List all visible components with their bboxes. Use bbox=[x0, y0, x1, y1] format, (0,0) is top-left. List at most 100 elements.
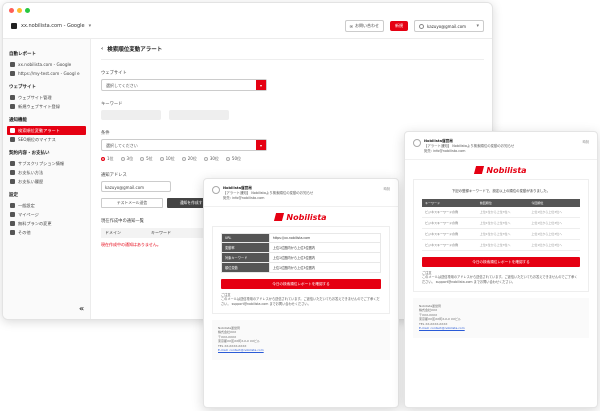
table-row: ビジネスキーワードの例 上位1位から上位3位へ 上位1位から上位3位へ bbox=[422, 206, 580, 218]
table-row: URL https://xx.nobilista.com bbox=[221, 232, 382, 243]
site-selector[interactable]: xx.nobilista.com - Google ▾ bbox=[11, 23, 91, 29]
email-body: URL https://xx.nobilista.com 変動率 上位1位圏内から上位… bbox=[212, 225, 390, 314]
report-cta-button[interactable]: 今日の検索順位レポートを確認する bbox=[422, 256, 580, 267]
website-select[interactable]: 選択してください ▾ bbox=[101, 79, 267, 91]
footer-email-link[interactable]: E-mail: contact@nobilista.com bbox=[419, 326, 583, 331]
table-row: ビジネスキーワードの例 上位1位から上位3位へ 上位1位から上位3位へ bbox=[422, 228, 580, 240]
email-preview-ranking: Nobilista運営局 【アラート通知】 Nobilistaより検索順位の変動… bbox=[404, 131, 598, 408]
minimize-window-icon[interactable] bbox=[17, 8, 22, 13]
table-header-row: キーワード 前回順位 今回順位 bbox=[422, 198, 580, 207]
keyword-cell: ビジネスキーワードの例 bbox=[422, 228, 477, 240]
table-row: ビジネスキーワードの例 上位1位から上位3位へ 上位1位から上位3位へ bbox=[422, 239, 580, 251]
row-key: 対象キーワード bbox=[221, 251, 270, 263]
sidebar-item[interactable]: ウェブサイト管理 bbox=[7, 93, 86, 102]
current-rank-cell: 上位1位から上位3位へ bbox=[528, 239, 580, 251]
sidebar-item[interactable]: 新規ウェブサイト登録 bbox=[7, 102, 86, 111]
email-to: 宛先: info@nobilista.com bbox=[424, 148, 466, 153]
inquiry-button[interactable]: ✉ お問い合わせ bbox=[344, 20, 384, 32]
email-preview-summary: Nobilista運営局 【アラート通知】 Nobilistaより検索順位の変動… bbox=[203, 178, 399, 408]
email-footer: Nobilista運営局 株式会社XXX 〒XXX-XXXX 東京都XX区XX町X-… bbox=[413, 297, 589, 338]
back-icon[interactable]: ‹ bbox=[101, 46, 103, 52]
sidebar: 自動レポート xx.nobilista.com - Google https://m… bbox=[3, 39, 91, 319]
sidebar-item[interactable]: その他 bbox=[7, 228, 86, 237]
sidebar-section-title[interactable]: 契約内容・お支払い bbox=[9, 150, 86, 156]
sidebar-item[interactable]: 検索順位変動アラート bbox=[7, 126, 86, 136]
radio-indicator bbox=[159, 157, 164, 161]
sidebar-item-label: マイページ bbox=[18, 212, 39, 218]
report-cta-button[interactable]: 今日の検索順位レポートを確認する bbox=[221, 278, 381, 289]
radio-indicator bbox=[120, 157, 125, 161]
sidebar-section-title[interactable]: 自動レポート bbox=[9, 51, 86, 57]
sidebar-item[interactable]: 無料プランの変更 bbox=[7, 219, 86, 228]
sidebar-section-title[interactable]: 設定 bbox=[9, 192, 86, 198]
radio-indicator bbox=[101, 157, 105, 161]
website-label: ウェブサイト bbox=[101, 71, 127, 76]
rank-radio[interactable]: 5位 bbox=[140, 156, 153, 162]
sidebar-item-icon bbox=[10, 203, 15, 209]
table-row: 対象キーワード 上位1位圏内から上位3位圏内 bbox=[221, 251, 382, 263]
sidebar-item[interactable]: マイページ bbox=[7, 210, 86, 219]
email-to: 宛先: info@nobilista.com bbox=[223, 195, 265, 200]
close-window-icon[interactable] bbox=[9, 8, 14, 13]
sidebar-item-label: ウェブサイト管理 bbox=[18, 95, 52, 101]
sidebar-item[interactable]: サブスクリプション情報 bbox=[7, 159, 86, 168]
row-key: URL bbox=[221, 232, 270, 243]
sender-avatar bbox=[413, 139, 421, 147]
sidebar-item-label: 検索順位変動アラート bbox=[18, 128, 60, 134]
collapse-sidebar-icon[interactable]: « bbox=[79, 304, 84, 313]
radio-label: 20位 bbox=[187, 156, 197, 161]
footer-email-link[interactable]: E-mail: contact@nobilista.com bbox=[218, 348, 384, 353]
current-rank-cell: 上位1位から上位3位へ bbox=[528, 206, 580, 218]
radio-indicator bbox=[225, 157, 230, 161]
user-menu[interactable]: kazuyo@gmail.com ▾ bbox=[414, 20, 484, 32]
keyword-field-1[interactable] bbox=[101, 110, 161, 120]
email-footer: Nobilista運営局 株式会社XXX 〒XXX-XXXX 東京都XX区XX町X-… bbox=[212, 319, 390, 360]
rank-radio[interactable]: 3位 bbox=[120, 156, 134, 162]
prev-rank-cell: 上位1位から上位3位へ bbox=[476, 206, 529, 218]
test-mail-button[interactable]: テストメール送信 bbox=[101, 198, 163, 208]
ranking-table: キーワード 前回順位 今回順位 ビジネスキーワードの例 上位1位から上位3位へ 上位1位か… bbox=[422, 198, 580, 251]
keyword-cell: ビジネスキーワードの例 bbox=[422, 206, 477, 218]
sidebar-item[interactable]: https://my-test.com - Googl e bbox=[7, 69, 86, 78]
email-field[interactable]: kazuyo@gmail.com bbox=[101, 181, 171, 192]
radio-label: 3位 bbox=[126, 156, 134, 161]
nobilista-logo-icon bbox=[474, 166, 485, 175]
sidebar-item-label: サブスクリプション情報 bbox=[18, 161, 65, 167]
row-value: 上位1位圏内から上位3位圏内 bbox=[268, 241, 382, 253]
rank-radio[interactable]: 30位 bbox=[203, 156, 219, 162]
row-value: 上位1位圏内から上位3位圏内 bbox=[268, 261, 382, 273]
sidebar-item[interactable]: xx.nobilista.com - Google bbox=[7, 60, 86, 69]
condition-select[interactable]: 選択してください ▾ bbox=[101, 139, 267, 151]
rank-radio[interactable]: 20位 bbox=[181, 156, 197, 162]
alert-detail-table: URL https://xx.nobilista.com 変動率 上位1位圏内から上位… bbox=[221, 232, 382, 273]
row-value: https://xx.nobilista.com bbox=[268, 232, 382, 243]
rank-radio[interactable]: 1位 bbox=[101, 156, 114, 162]
window-controls bbox=[9, 8, 30, 13]
sidebar-item[interactable]: SEO順位のマイナス bbox=[7, 135, 86, 144]
prev-rank-cell: 上位1位から上位3位へ bbox=[476, 228, 529, 240]
sidebar-section-title[interactable]: 通知機能 bbox=[9, 117, 86, 123]
sidebar-item-label: お支払い方法 bbox=[18, 170, 44, 176]
sidebar-item-label: その他 bbox=[18, 230, 31, 236]
column-keyword: キーワード bbox=[151, 230, 171, 235]
brand-logo: Nobilista bbox=[405, 166, 597, 175]
column-header: 今回順位 bbox=[528, 198, 580, 207]
radio-label: 50位 bbox=[231, 156, 242, 161]
sidebar-section-title[interactable]: ウェブサイト bbox=[9, 84, 86, 90]
rank-radio[interactable]: 50位 bbox=[225, 156, 242, 162]
sidebar-item-icon bbox=[10, 104, 15, 110]
signup-button[interactable]: 新規 bbox=[390, 21, 408, 31]
sidebar-item[interactable]: 一般設定 bbox=[7, 201, 86, 210]
maximize-window-icon[interactable] bbox=[25, 8, 30, 13]
sidebar-item-icon bbox=[10, 221, 15, 227]
keyword-cell: ビジネスキーワードの例 bbox=[422, 217, 477, 229]
sidebar-item[interactable]: お支払い履歴 bbox=[7, 177, 86, 186]
nobilista-logo-icon bbox=[274, 213, 285, 222]
inquiry-label: お問い合わせ bbox=[355, 23, 379, 28]
brand-logo: Nobilista bbox=[204, 213, 398, 222]
email-time: 時刻 bbox=[582, 140, 589, 144]
signup-label: 新規 bbox=[395, 23, 403, 28]
sidebar-item[interactable]: お支払い方法 bbox=[7, 168, 86, 177]
keyword-field-2[interactable] bbox=[169, 110, 229, 120]
rank-radio[interactable]: 10位 bbox=[159, 156, 175, 162]
